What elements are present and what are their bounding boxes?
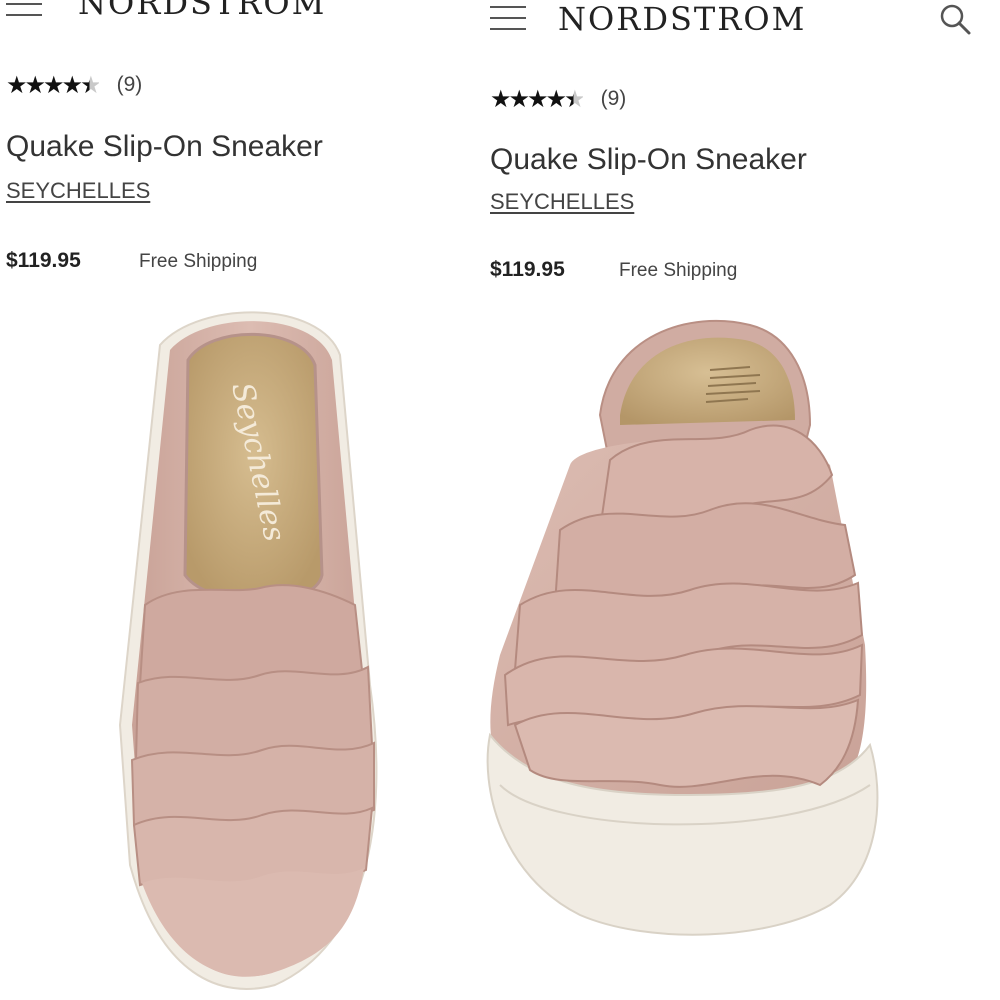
product-title: Quake Slip-On Sneaker: [6, 130, 323, 163]
hamburger-menu-icon[interactable]: [6, 0, 42, 18]
shipping-label: Free Shipping: [139, 251, 258, 272]
product-price: $119.95: [6, 249, 81, 272]
brand-logo[interactable]: NORDSTROM: [558, 0, 806, 38]
product-image-top-view[interactable]: Seychelles: [100, 305, 400, 995]
product-brand-link[interactable]: SEYCHELLES: [490, 189, 634, 215]
rating-stars: ★ ★ ★ ★ ★: [490, 85, 586, 113]
product-rating[interactable]: ★ ★ ★ ★ ★ (9): [6, 73, 142, 97]
shipping-label: Free Shipping: [619, 260, 738, 281]
star-icon: ★: [6, 71, 27, 99]
site-header: NORDSTROM: [0, 0, 480, 22]
rating-stars: ★ ★ ★ ★ ★: [6, 71, 102, 99]
review-count[interactable]: (9): [601, 87, 627, 111]
star-icon: ★: [61, 71, 83, 99]
half-star-icon: ★: [564, 85, 585, 113]
half-star-icon: ★: [80, 71, 101, 99]
product-brand-link[interactable]: SEYCHELLES: [6, 178, 150, 204]
product-rating[interactable]: ★ ★ ★ ★ ★ (9): [490, 87, 626, 111]
star-icon: ★: [545, 85, 567, 113]
product-price: $119.95: [490, 258, 565, 281]
star-icon: ★: [43, 71, 64, 99]
review-count[interactable]: (9): [117, 73, 143, 97]
site-header: NORDSTROM: [480, 0, 1000, 40]
star-icon: ★: [24, 71, 46, 99]
product-screen-left: NORDSTROM ★ ★ ★ ★ ★ (9) Quake Slip-On Sn…: [0, 0, 480, 1000]
star-icon: ★: [508, 85, 530, 113]
brand-logo[interactable]: NORDSTROM: [78, 0, 326, 22]
product-screen-right: NORDSTROM ★ ★ ★ ★ ★ (9) Quake Slip-On Sn…: [480, 0, 1000, 1000]
star-icon: ★: [527, 85, 548, 113]
product-title: Quake Slip-On Sneaker: [490, 143, 807, 176]
search-icon[interactable]: [938, 2, 972, 36]
star-icon: ★: [490, 85, 511, 113]
product-image-front-view[interactable]: [480, 315, 880, 955]
hamburger-menu-icon[interactable]: [490, 6, 526, 32]
